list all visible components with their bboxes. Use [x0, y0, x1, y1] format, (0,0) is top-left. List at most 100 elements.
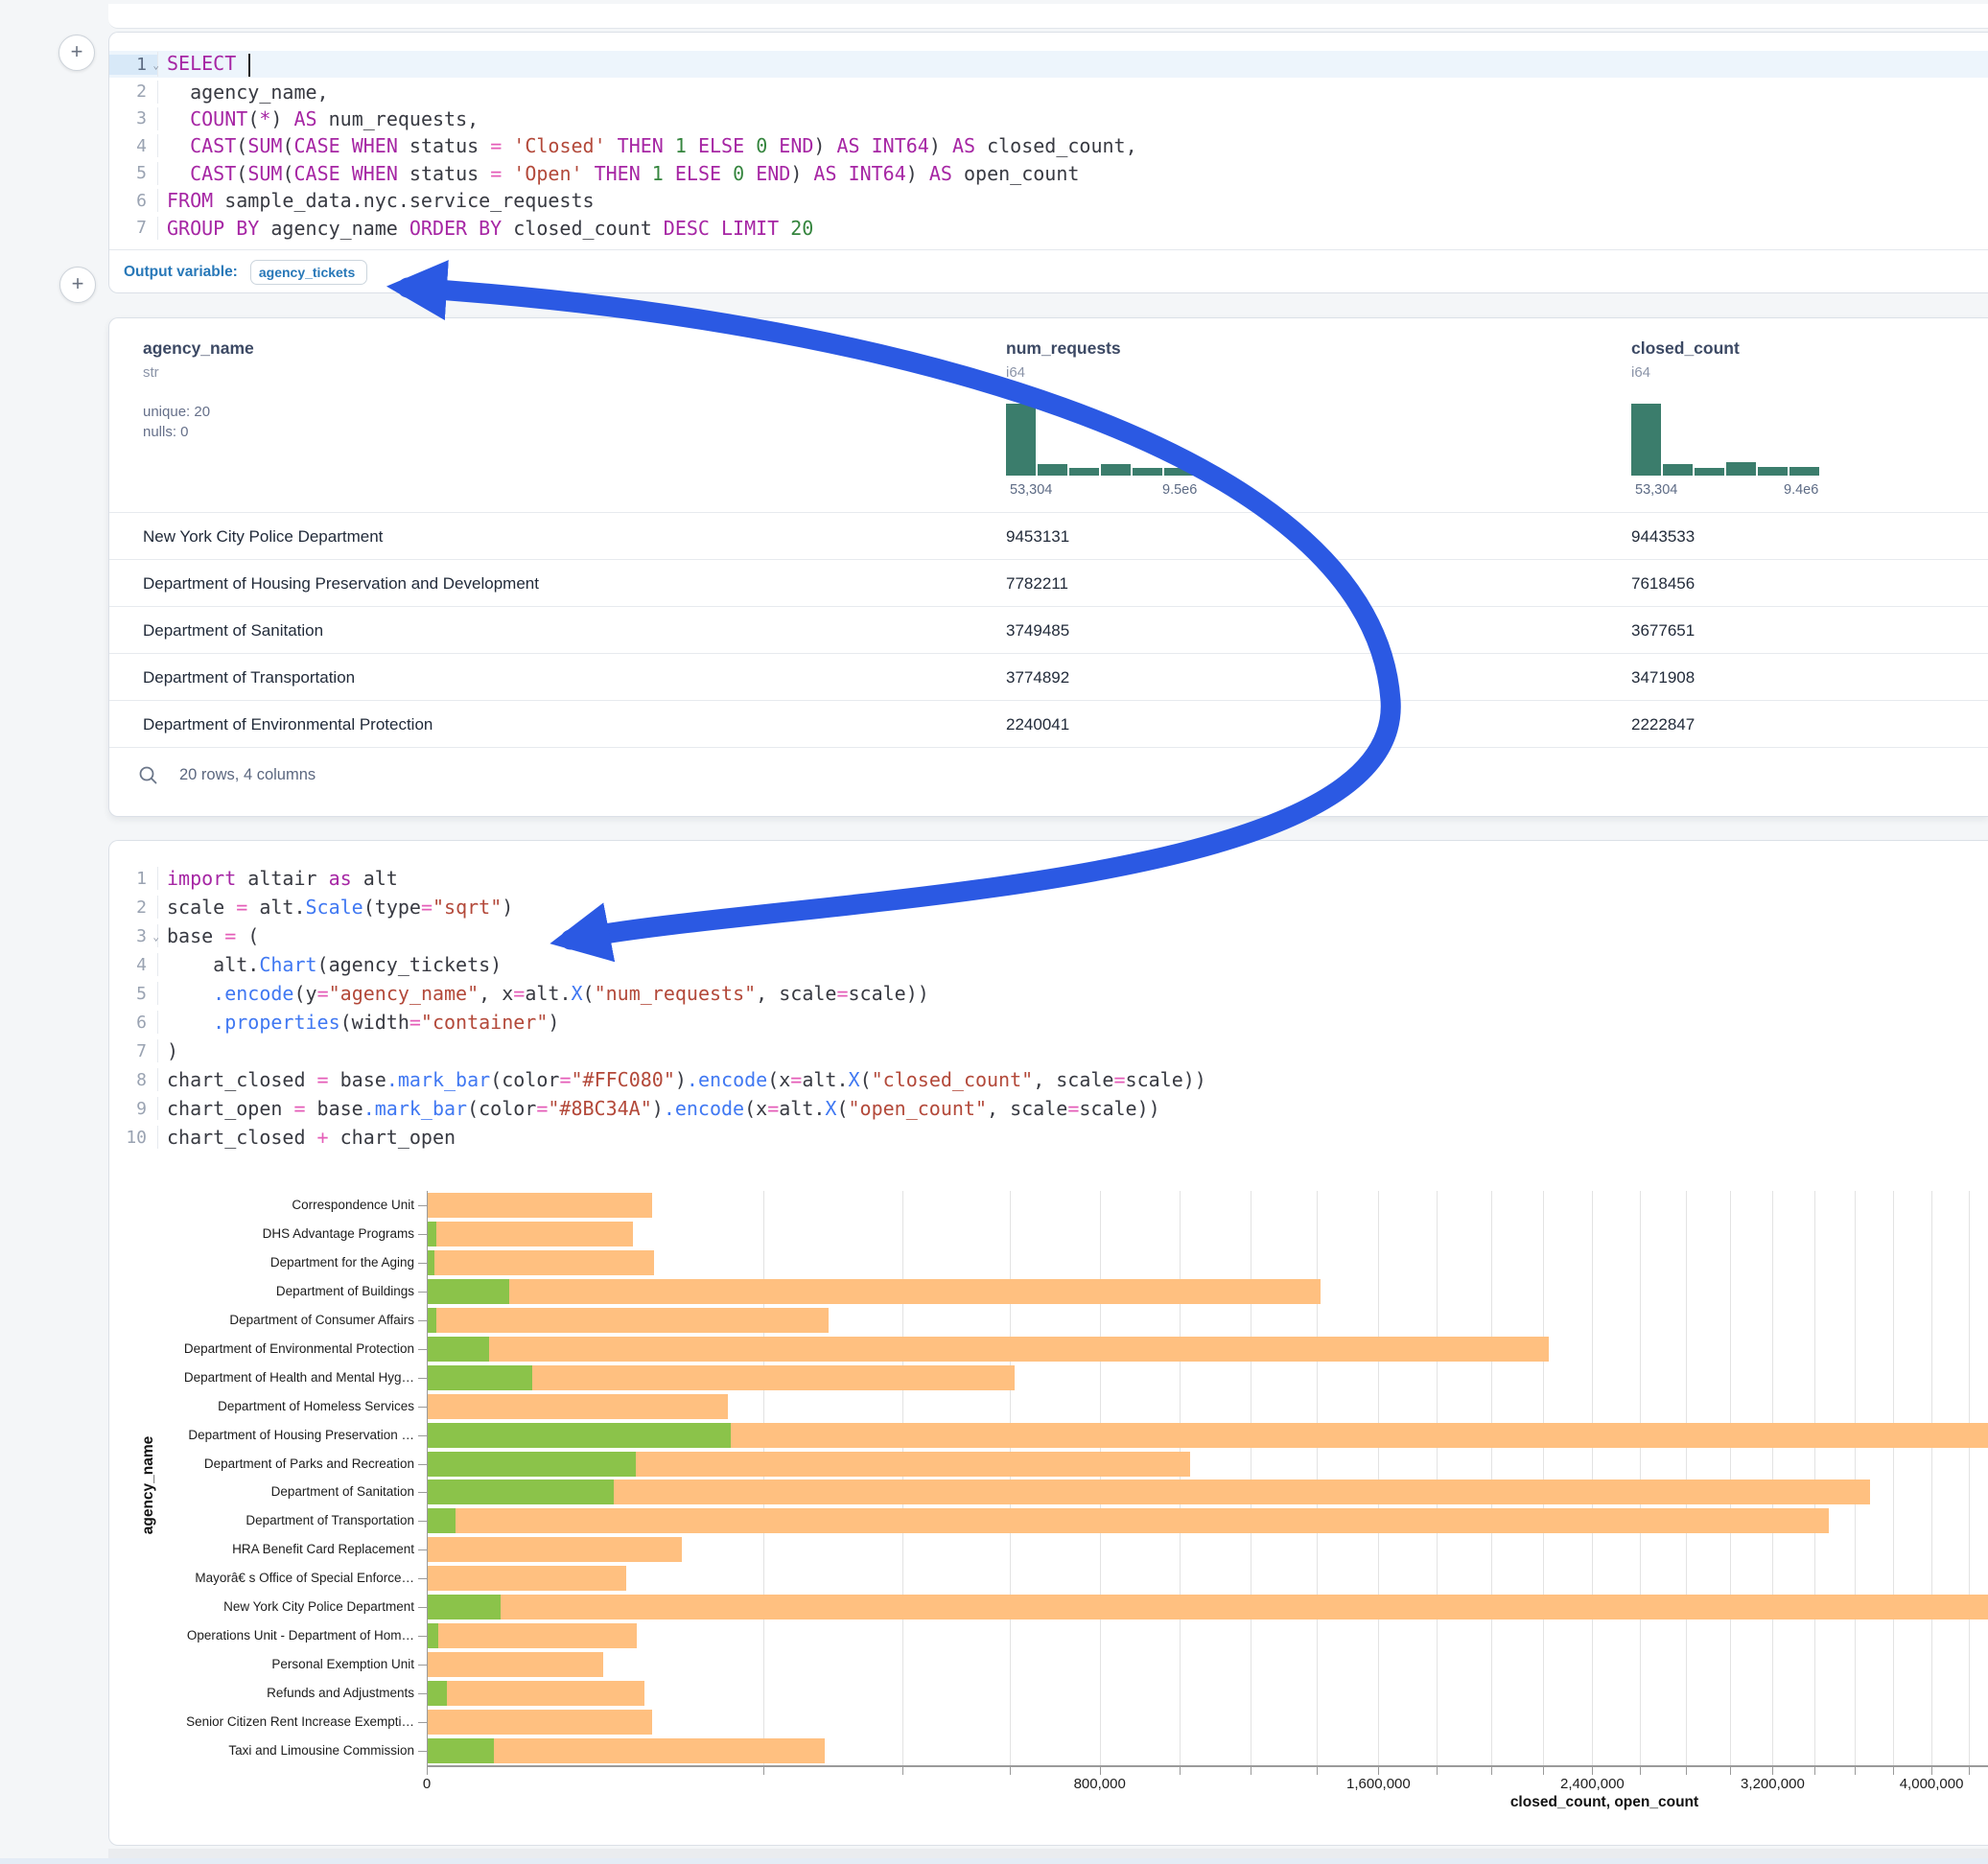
histogram-bar [1101, 464, 1131, 476]
histogram-closed-count [1631, 404, 1819, 476]
line-number: 6 [109, 191, 157, 211]
histogram-min-label: 53,304 [1010, 482, 1052, 498]
column-stat-unique: unique: 20 [143, 404, 254, 420]
cell-closed-count: 7618456 [1631, 574, 1695, 594]
histogram-bar [1695, 468, 1724, 476]
code-line[interactable]: 1⌄SELECT [109, 51, 1988, 78]
code-line[interactable]: 7GROUP BY agency_name ORDER BY closed_co… [109, 214, 1988, 241]
table-row[interactable]: Department of Sanitation 3749485 3677651 [109, 606, 1988, 654]
cell-closed-count: 2222847 [1631, 715, 1695, 734]
output-variable-pill[interactable]: agency_tickets [250, 260, 367, 285]
cell-agency-name: Department of Housing Preservation and D… [143, 574, 539, 594]
code-line[interactable]: 5 CAST(SUM(CASE WHEN status = 'Open' THE… [109, 160, 1988, 187]
column-type: i64 [1006, 364, 1121, 381]
histogram-bar [1758, 467, 1788, 476]
column-name: closed_count [1631, 338, 1740, 359]
cell-agency-name: New York City Police Department [143, 527, 383, 547]
histogram-bar [1006, 404, 1036, 476]
cell-num-requests: 7782211 [1006, 574, 1068, 594]
cell-num-requests: 3774892 [1006, 668, 1069, 687]
line-number: 2 [109, 82, 157, 102]
add-cell-button[interactable]: + [58, 35, 95, 71]
code-line[interactable]: 7) [109, 1037, 1988, 1065]
histogram-bar [1038, 464, 1067, 476]
column-type: str [143, 364, 254, 381]
cell-num-requests: 2240041 [1006, 715, 1069, 734]
python-code-editor[interactable]: 1import altair as alt2scale = alt.Scale(… [109, 864, 1988, 1152]
sql-code-editor[interactable]: 1⌄SELECT 2 agency_name,3 COUNT(*) AS num… [109, 51, 1988, 242]
code-line[interactable]: 2scale = alt.Scale(type="sqrt") [109, 893, 1988, 921]
histogram-bar [1164, 468, 1194, 476]
table-footer: 20 rows, 4 columns [138, 765, 316, 785]
column-header-closed-count[interactable]: closed_count i64 [1631, 338, 1740, 381]
table-row[interactable]: Department of Environmental Protection 22… [109, 700, 1988, 748]
cell-closed-count: 3677651 [1631, 621, 1695, 641]
sql-cell: 1⌄SELECT 2 agency_name,3 COUNT(*) AS num… [108, 32, 1988, 293]
column-header-agency-name[interactable]: agency_name str unique: 20 nulls: 0 [143, 338, 254, 440]
line-number: 6 [109, 1013, 157, 1033]
cell-agency-name: Department of Sanitation [143, 621, 323, 641]
code-line[interactable]: 3⌄base = ( [109, 921, 1988, 950]
histogram-bar [1789, 467, 1819, 476]
line-number: 10 [109, 1128, 157, 1148]
column-name: num_requests [1006, 338, 1121, 359]
line-number: 5 [109, 984, 157, 1004]
row-count-text: 20 rows, 4 columns [179, 766, 316, 784]
table-row[interactable]: Department of Housing Preservation and D… [109, 559, 1988, 607]
code-line[interactable]: 3 COUNT(*) AS num_requests, [109, 105, 1988, 132]
code-line[interactable]: 1import altair as alt [109, 864, 1988, 893]
table-row[interactable]: Department of Transportation 3774892 34719… [109, 653, 1988, 701]
fold-chevron-icon[interactable]: ⌄ [152, 59, 159, 72]
text-cursor [248, 54, 250, 77]
fold-chevron-icon[interactable]: ⌄ [152, 931, 159, 944]
line-number: 1 [109, 869, 157, 889]
line-number: 7 [109, 218, 157, 238]
add-cell-button[interactable]: + [59, 267, 96, 303]
output-variable-label: Output variable: [124, 264, 238, 281]
line-number: 3 [109, 108, 157, 128]
histogram-bar [1069, 468, 1099, 476]
line-number: 2 [109, 897, 157, 918]
histogram-bar [1726, 462, 1756, 476]
histogram-num-requests [1006, 404, 1194, 476]
column-name: agency_name [143, 338, 254, 359]
line-number: 1⌄ [109, 55, 157, 75]
table-row[interactable]: New York City Police Department 9453131 94… [109, 512, 1988, 560]
code-line[interactable]: 4 CAST(SUM(CASE WHEN status = 'Closed' T… [109, 132, 1988, 159]
previous-cell-bottom [108, 4, 1988, 29]
code-line[interactable]: 4 alt.Chart(agency_tickets) [109, 950, 1988, 979]
line-number: 4 [109, 955, 157, 975]
code-line[interactable]: 2 agency_name, [109, 78, 1988, 105]
code-line[interactable]: 5 .encode(y="agency_name", x=alt.X("num_… [109, 979, 1988, 1008]
output-variable-row: Output variable: agency_tickets [109, 249, 1988, 294]
histogram-max-label: 9.5e6 [1162, 482, 1197, 498]
line-number: 3⌄ [109, 926, 157, 946]
python-cell: 1import altair as alt2scale = alt.Scale(… [108, 840, 1988, 1846]
code-line[interactable]: 6FROM sample_data.nyc.service_requests [109, 187, 1988, 214]
cell-num-requests: 9453131 [1006, 527, 1069, 547]
code-line[interactable]: 9chart_open = base.mark_bar(color="#8BC3… [109, 1094, 1988, 1123]
cell-num-requests: 3749485 [1006, 621, 1069, 641]
next-cell-edge [0, 1858, 1988, 1864]
histogram-bar [1133, 468, 1162, 476]
cell-gap [108, 1849, 1988, 1858]
column-header-num-requests[interactable]: num_requests i64 [1006, 338, 1121, 381]
code-line[interactable]: 8chart_closed = base.mark_bar(color="#FF… [109, 1065, 1988, 1094]
line-number: 8 [109, 1070, 157, 1090]
histogram-max-label: 9.4e6 [1784, 482, 1818, 498]
search-icon[interactable] [138, 765, 158, 785]
notebook-page: + 1⌄SELECT 2 agency_name,3 COUNT(*) AS n… [0, 0, 1988, 1864]
histogram-min-label: 53,304 [1635, 482, 1677, 498]
cell-agency-name: Department of Transportation [143, 668, 355, 687]
cell-closed-count: 9443533 [1631, 527, 1695, 547]
histogram-bar [1663, 464, 1693, 476]
line-number: 5 [109, 163, 157, 183]
code-line[interactable]: 6 .properties(width="container") [109, 1008, 1988, 1037]
column-type: i64 [1631, 364, 1740, 381]
code-line[interactable]: 10chart_closed + chart_open [109, 1123, 1988, 1152]
column-stat-nulls: nulls: 0 [143, 424, 254, 440]
line-number: 7 [109, 1041, 157, 1061]
result-table-panel: agency_name str unique: 20 nulls: 0 num_… [108, 317, 1988, 817]
cell-agency-name: Department of Environmental Protection [143, 715, 433, 734]
cell-closed-count: 3471908 [1631, 668, 1695, 687]
